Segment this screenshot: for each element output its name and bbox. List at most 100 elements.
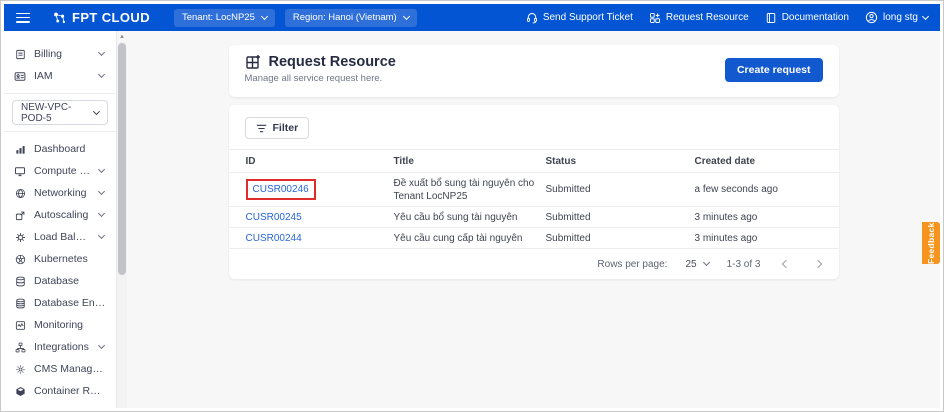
highlight-box: CUSR00246 bbox=[246, 179, 316, 200]
table-row: CUSR00244 Yêu cầu cung cấp tài nguyên Su… bbox=[229, 228, 839, 249]
sidebar-item-monitoring[interactable]: Monitoring bbox=[4, 314, 116, 336]
app-window: FPT CLOUD Tenant: LocNP25 Region: Hanoi … bbox=[4, 4, 940, 408]
scrollbar-thumb[interactable] bbox=[118, 43, 126, 275]
pagination-range: 1-3 of 3 bbox=[727, 259, 761, 270]
page-header-card: Request Resource Manage all service requ… bbox=[229, 45, 839, 97]
sidebar-item-cms-management[interactable]: CMS Management bbox=[4, 358, 116, 380]
request-title: Yêu cầu bổ sung tài nguyên bbox=[394, 211, 546, 224]
load-balancer-icon bbox=[14, 232, 26, 243]
sidebar-scrollbar[interactable]: ▲ bbox=[116, 31, 127, 408]
table-row: CUSR00245 Yêu cầu bổ sung tài nguyên Sub… bbox=[229, 207, 839, 228]
status-value: Submitted bbox=[546, 183, 695, 196]
fpt-molecule-icon bbox=[52, 11, 67, 25]
chevron-down-icon bbox=[98, 210, 105, 217]
navbar-left: FPT CLOUD Tenant: LocNP25 Region: Hanoi … bbox=[16, 9, 417, 27]
status-value: Submitted bbox=[546, 232, 695, 245]
headset-icon bbox=[526, 12, 538, 24]
chevron-down-icon bbox=[98, 188, 105, 195]
sidebar-item-integrations[interactable]: Integrations bbox=[4, 336, 116, 358]
monitoring-icon bbox=[14, 320, 26, 331]
region-dropdown[interactable]: Region: Hanoi (Vietnam) bbox=[285, 9, 417, 27]
dashboard-icon bbox=[14, 144, 26, 155]
chevron-down-icon bbox=[703, 259, 710, 266]
fpt-cloud-logo[interactable]: FPT CLOUD bbox=[52, 10, 150, 25]
grid-plus-icon bbox=[649, 12, 661, 24]
divider bbox=[4, 93, 116, 94]
sidebar-item-autoscaling[interactable]: Autoscaling bbox=[4, 204, 116, 226]
scroll-up-button[interactable]: ▲ bbox=[117, 31, 127, 42]
sidebar: Billing IAM NEW-VPC-POD-5 Dashboard Comp… bbox=[4, 31, 116, 408]
compute-engine-icon bbox=[14, 166, 26, 177]
chevron-down-icon bbox=[98, 232, 105, 239]
rows-per-page-label: Rows per page: bbox=[597, 259, 667, 270]
request-title: Yêu cầu cung cấp tài nguyên bbox=[394, 232, 546, 245]
database-engine-icon bbox=[14, 298, 26, 309]
sidebar-item-compute-engine[interactable]: Compute Engine bbox=[4, 160, 116, 182]
sidebar-item-networking[interactable]: Networking bbox=[4, 182, 116, 204]
body-row: Billing IAM NEW-VPC-POD-5 Dashboard Comp… bbox=[4, 31, 940, 408]
logo-text: FPT CLOUD bbox=[72, 10, 150, 25]
request-id-link[interactable]: CUSR00245 bbox=[246, 212, 302, 223]
menu-icon[interactable] bbox=[16, 13, 30, 23]
chevron-down-icon bbox=[98, 71, 105, 78]
sidebar-item-load-balancer[interactable]: Load Balancer bbox=[4, 226, 116, 248]
sidebar-item-iam[interactable]: IAM bbox=[4, 65, 116, 87]
chevron-down-icon bbox=[922, 12, 929, 19]
previous-page-icon[interactable] bbox=[781, 260, 789, 268]
requests-table: ID Title Status Created date CUSR00246 Đ… bbox=[229, 149, 839, 279]
chevron-down-icon bbox=[403, 12, 410, 19]
iam-icon bbox=[14, 71, 26, 82]
user-menu[interactable]: long stg bbox=[865, 11, 928, 24]
filter-icon bbox=[256, 124, 267, 133]
pagination-bar: Rows per page: 25 1-3 of 3 bbox=[229, 249, 839, 279]
request-id-link[interactable]: CUSR00244 bbox=[246, 233, 302, 244]
next-page-icon[interactable] bbox=[813, 260, 821, 268]
feedback-tab[interactable]: Feedback bbox=[922, 222, 940, 264]
sidebar-item-dashboard[interactable]: Dashboard bbox=[4, 138, 116, 160]
chevron-down-icon bbox=[98, 49, 105, 56]
cms-management-icon bbox=[14, 364, 26, 375]
networking-icon bbox=[14, 188, 26, 199]
documentation-link[interactable]: Documentation bbox=[765, 12, 849, 24]
sidebar-item-database[interactable]: Database bbox=[4, 270, 116, 292]
sidebar-item-billing[interactable]: Billing bbox=[4, 43, 116, 65]
rows-per-page-select[interactable]: 25 bbox=[685, 259, 708, 270]
filter-button[interactable]: Filter bbox=[245, 117, 310, 139]
create-request-button[interactable]: Create request bbox=[725, 58, 823, 82]
column-header-title: Title bbox=[394, 155, 546, 168]
chevron-down-icon bbox=[98, 342, 105, 349]
created-date-value: 3 minutes ago bbox=[695, 211, 823, 224]
integrations-icon bbox=[14, 342, 26, 353]
column-header-created-date: Created date bbox=[695, 155, 823, 168]
chevron-down-icon bbox=[98, 166, 105, 173]
request-resource-title-icon bbox=[245, 54, 261, 70]
request-resource-link[interactable]: Request Resource bbox=[649, 12, 749, 24]
table-row: CUSR00246 Đề xuất bổ sung tài nguyên cho… bbox=[229, 173, 839, 207]
autoscaling-icon bbox=[14, 210, 26, 221]
request-id-link[interactable]: CUSR00246 bbox=[253, 184, 309, 195]
status-value: Submitted bbox=[546, 211, 695, 224]
tenant-dropdown[interactable]: Tenant: LocNP25 bbox=[174, 9, 275, 27]
user-icon bbox=[865, 11, 878, 24]
chevron-down-icon bbox=[93, 108, 100, 115]
request-title: Đề xuất bổ sung tài nguyên cho Tenant Lo… bbox=[394, 177, 546, 203]
created-date-value: a few seconds ago bbox=[695, 183, 823, 196]
sidebar-item-kubernetes[interactable]: Kubernetes bbox=[4, 248, 116, 270]
vpc-project-select[interactable]: NEW-VPC-POD-5 bbox=[12, 100, 108, 125]
screenshot-frame: FPT CLOUD Tenant: LocNP25 Region: Hanoi … bbox=[0, 0, 944, 412]
page-title: Request Resource bbox=[269, 54, 396, 70]
kubernetes-icon bbox=[14, 254, 26, 265]
send-support-ticket-link[interactable]: Send Support Ticket bbox=[526, 12, 633, 24]
database-icon bbox=[14, 276, 26, 287]
table-header-row: ID Title Status Created date bbox=[229, 149, 839, 173]
main-content: Request Resource Manage all service requ… bbox=[127, 31, 940, 408]
top-navbar: FPT CLOUD Tenant: LocNP25 Region: Hanoi … bbox=[4, 4, 940, 31]
billing-icon bbox=[14, 49, 26, 60]
sidebar-item-database-engine[interactable]: Database Engine bbox=[4, 292, 116, 314]
navbar-right: Send Support Ticket Request Resource Doc… bbox=[526, 11, 928, 24]
region-label: Region: Hanoi (Vietnam) bbox=[293, 12, 397, 23]
created-date-value: 3 minutes ago bbox=[695, 232, 823, 245]
sidebar-item-container-registry[interactable]: Container Registry bbox=[4, 380, 116, 402]
column-header-id: ID bbox=[246, 155, 394, 168]
column-header-status: Status bbox=[546, 155, 695, 168]
